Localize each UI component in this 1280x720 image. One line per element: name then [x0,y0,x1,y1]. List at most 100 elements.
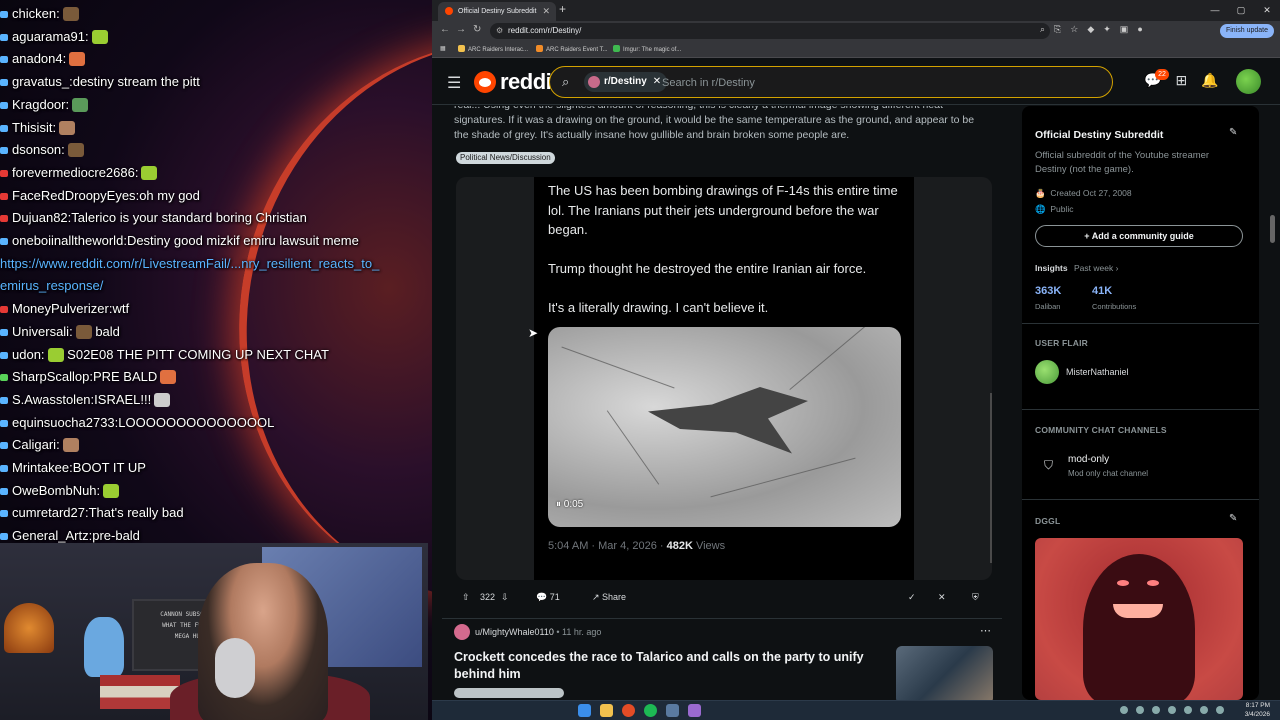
puzzle-icon[interactable]: ✦ [1103,24,1111,35]
system-tray [1120,706,1224,714]
notifications-bell-icon[interactable]: 🔔 [1201,72,1218,89]
bookmark-3[interactable]: Imgur: The magic of... [613,45,681,53]
address-bar[interactable]: ⚙ reddit.com/r/Destiny/ [490,23,1050,39]
chat-badge-icon [0,238,8,246]
more-options-icon[interactable]: ⋯ [980,624,991,637]
pause-icon[interactable]: ⏸ [556,499,561,510]
reload-icon[interactable]: ↻ [473,24,481,35]
chat-username: anadon4 [12,51,63,67]
upvote-icon[interactable]: ⇧ [462,592,470,603]
chat-message: S.Awasstolen:ISRAEL!!! [0,389,430,412]
window-controls: — ▢ ✕ [1202,0,1280,21]
page-scrollbar[interactable] [1270,215,1275,243]
chat-message: Universali: bald [0,321,430,344]
chat-username: Kragdoor [12,96,66,112]
community-description: Official subreddit of the Youtube stream… [1035,150,1210,175]
emote-icon [103,483,120,498]
dggl-image[interactable] [1035,538,1243,700]
chat-username: General_Artz [12,528,89,544]
chat-text: bald [95,323,120,339]
community-chip[interactable]: r/Destiny ✕ [584,72,668,92]
app-icon[interactable] [688,704,701,717]
bookmark-1[interactable]: ARC Raiders Interac... [458,45,528,53]
extension-icon[interactable]: ◆ [1087,24,1094,35]
shield-icon: ⛉ [1044,458,1054,472]
finish-update-button[interactable]: Finish update [1219,24,1274,38]
steam-icon[interactable] [666,704,679,717]
chat-text: ISRAEL!!! [94,391,152,407]
tweet-video[interactable]: ⏸ 0:05 [548,327,901,527]
post-flair[interactable]: Political News/Discussion [456,152,555,164]
close-tab-icon[interactable]: ✕ [542,2,550,21]
site-info-icon[interactable]: ⚙ [496,23,503,39]
apps-icon[interactable]: ▦ [440,45,446,52]
remove-icon[interactable]: ✕ [938,592,946,603]
post-thumbnail[interactable] [896,646,993,700]
zoom-icon[interactable]: ⌕ [1040,24,1045,35]
reddit-logo[interactable]: reddit [474,69,559,94]
microphone [215,638,255,698]
insights-range[interactable]: Past week › [1074,261,1118,275]
search-input[interactable] [662,74,962,92]
chat-badge-icon [0,533,8,541]
chat-link[interactable]: emirus_response/ [0,275,430,298]
chat-badge-icon [0,487,8,495]
stat-contributions: 41K [1092,285,1113,297]
browser-tab[interactable]: Official Destiny Subreddit ✕ [438,2,556,21]
user-flair-name[interactable]: MisterNathaniel [1066,365,1129,379]
start-icon[interactable] [578,704,591,717]
media-scrollbar[interactable] [990,393,992,563]
maximize-icon[interactable]: ▢ [1228,0,1254,21]
profile-icon[interactable]: ● [1137,24,1142,35]
add-guide-button[interactable]: + Add a community guide [1035,225,1243,247]
browser-toolbar: ← → ↻ ⚙ reddit.com/r/Destiny/ ⌕ ⎘ ☆ ◆ ✦ … [432,21,1280,41]
create-post-icon[interactable]: ⊞ [1175,72,1187,89]
sidepanel-icon[interactable]: ▣ [1120,24,1129,35]
edit-icon[interactable]: ✎ [1229,127,1237,138]
user-avatar[interactable] [1236,69,1261,94]
emote-icon [69,52,86,67]
minimize-icon[interactable]: — [1202,0,1228,21]
chat-channel-name[interactable]: mod-only [1068,453,1109,467]
downvote-icon[interactable]: ⇩ [501,592,509,603]
clock[interactable]: 8:17 PM 3/4/2026 [1245,702,1270,719]
install-icon[interactable]: ⎘ [1054,24,1061,35]
chat-link[interactable]: https://www.reddit.com/r/LivestreamFail/… [0,253,430,276]
chat-message: gravatus_:destiny stream the pitt [0,71,430,94]
post-title[interactable]: Crockett concedes the race to Talarico a… [454,649,874,683]
chat-badge-icon [0,419,8,427]
back-icon[interactable]: ← [440,24,450,35]
menu-icon[interactable]: ☰ [447,73,461,93]
chat-text: Destiny good mizkif emiru lawsuit meme [126,233,359,249]
clear-chip-icon[interactable]: ✕ [653,76,661,87]
post-media[interactable]: The US has been bombing drawings of F-14… [456,177,992,580]
comment-button[interactable]: 💬 71 [536,592,560,603]
spotify-icon[interactable] [644,704,657,717]
edit-widget-icon[interactable]: ✎ [1229,513,1237,524]
post-flair[interactable] [454,688,564,698]
mod-shield-icon[interactable]: ⛨ [972,592,979,603]
share-button[interactable]: ↗ Share [592,592,626,603]
search-bar[interactable]: ⌕ r/Destiny ✕ [549,66,1113,98]
chat-badge-icon [0,328,8,336]
chat-message: anadon4: [0,48,430,71]
emote-icon [47,347,64,362]
chat-username: MoneyPulverizer [12,301,109,317]
stat-members: 363K [1035,285,1062,297]
chat-username: equinsuocha2733 [12,414,115,430]
bookmark-2[interactable]: ARC Raiders Event T... [536,45,608,53]
chat-message: SharpScallop:PRE BALD [0,366,430,389]
bookmark-star-icon[interactable]: ☆ [1070,24,1078,35]
post-author[interactable]: u/MightyWhale0110 • 11 hr. ago [454,624,601,640]
new-tab-icon[interactable]: + [559,2,566,16]
insights-label: Insights [1035,263,1068,273]
bookmarks-bar: ▦ ARC Raiders Interac... ARC Raiders Eve… [432,41,1280,58]
chat-badge-icon [0,33,8,41]
close-window-icon[interactable]: ✕ [1254,0,1280,21]
file-explorer-icon[interactable] [600,704,613,717]
forward-icon[interactable]: → [456,24,466,35]
post-divider [442,618,1002,619]
chrome-icon[interactable] [622,704,635,717]
approve-icon[interactable]: ✓ [908,592,916,603]
chat-badge-icon [0,442,8,450]
